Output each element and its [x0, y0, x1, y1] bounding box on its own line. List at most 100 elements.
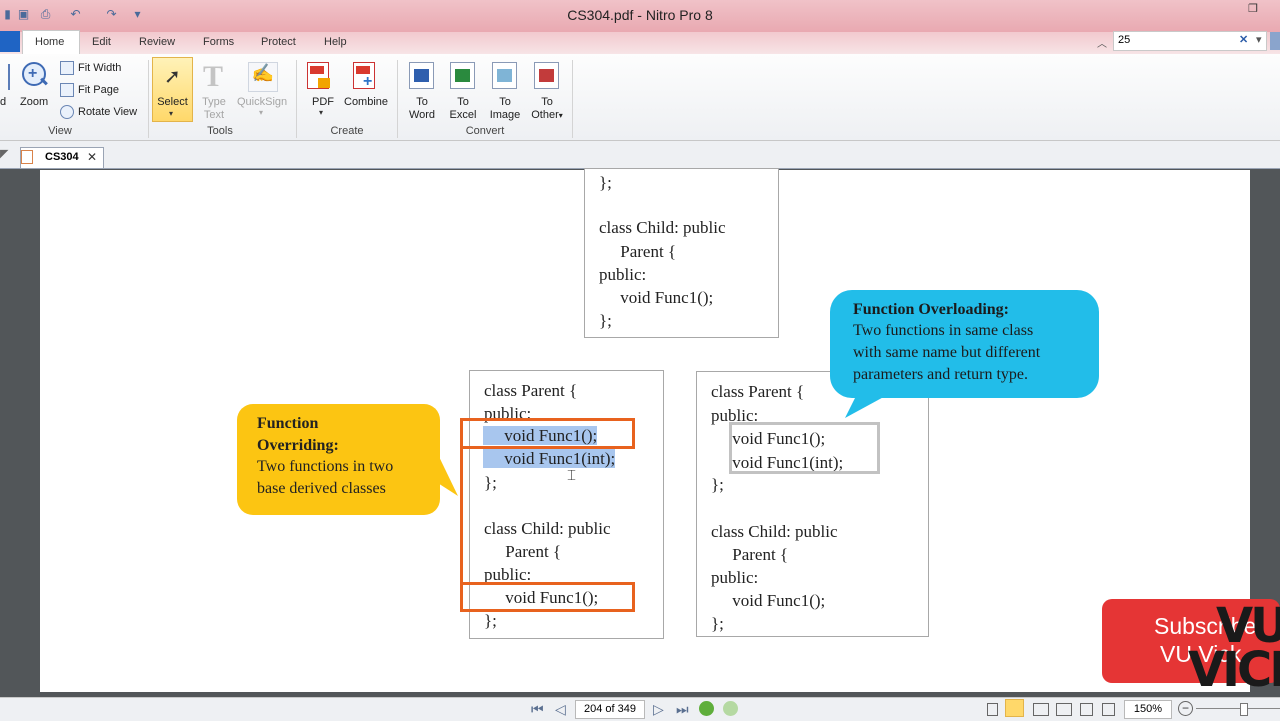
callout-pointer	[845, 388, 900, 418]
tab-home-label[interactable]: Home	[35, 36, 64, 48]
to-word-label-1: To	[416, 96, 428, 108]
code-line: class Child: public	[484, 519, 611, 538]
callout-title: Overriding:	[257, 437, 339, 454]
collapse-ribbon-icon[interactable]: ︿	[1097, 35, 1107, 50]
selected-text[interactable]: void Func1(int);	[483, 449, 616, 468]
code-line: };	[484, 611, 497, 630]
forward-view-icon[interactable]	[723, 701, 738, 716]
quicksign-icon[interactable]: ✍	[248, 62, 278, 92]
code-line: };	[484, 473, 497, 492]
find-input[interactable]: 25 ✕ ▾	[1113, 31, 1267, 51]
overload-highlight-box	[729, 422, 880, 474]
restore-icon[interactable]: ❐	[1248, 2, 1262, 15]
pdf-button[interactable]: PDF	[312, 96, 334, 108]
dropdown-arrow-icon: ▾	[558, 111, 563, 120]
view-group-label: View	[48, 125, 72, 137]
to-excel-button[interactable]: To Excel	[447, 96, 479, 122]
zoom-slider-thumb[interactable]	[1240, 703, 1248, 716]
rotate-view-button[interactable]: Rotate View	[60, 103, 137, 121]
find-input-value: 25	[1118, 34, 1131, 46]
to-excel-label-2: Excel	[449, 109, 477, 121]
fit-width-status-icon[interactable]	[1102, 703, 1115, 716]
group-separator	[572, 60, 573, 138]
document-tab[interactable]: CS304 ✕	[20, 147, 104, 168]
continuous-page-icon[interactable]	[1005, 699, 1024, 717]
fit-page-status-icon[interactable]	[1080, 703, 1093, 716]
previous-page-icon[interactable]: ◁	[555, 701, 566, 718]
close-tab-icon[interactable]: ✕	[87, 150, 97, 164]
type-text-icon[interactable]: T	[203, 60, 223, 94]
word-doc-icon[interactable]	[409, 62, 434, 89]
clear-search-icon[interactable]: ✕	[1239, 33, 1248, 46]
fit-page-label: Fit Page	[78, 84, 119, 96]
back-view-icon[interactable]	[699, 701, 714, 716]
tab-help[interactable]: Help	[324, 36, 347, 48]
first-page-icon[interactable]: ⏮	[531, 701, 544, 718]
to-image-label-2: Image	[489, 109, 521, 121]
image-doc-icon[interactable]	[492, 62, 517, 89]
type-text-label-1: Type	[202, 96, 226, 108]
next-page-icon[interactable]: ▷	[653, 701, 664, 718]
callout-text: with same name but different	[853, 344, 1041, 361]
to-image-label-1: To	[499, 96, 511, 108]
to-word-button[interactable]: To Word	[406, 96, 438, 122]
code-line: class Child: public	[711, 522, 838, 541]
code-line: class Parent {	[484, 381, 578, 400]
zoom-slider-track[interactable]	[1196, 708, 1280, 709]
dropdown-arrow-icon: ▾	[319, 108, 324, 117]
tab-forms[interactable]: Forms	[203, 36, 234, 48]
code-line: Parent {	[711, 545, 789, 564]
callout-text: Two functions in same class	[853, 322, 1034, 339]
zoom-level-input[interactable]: 150%	[1124, 700, 1172, 719]
code-line: };	[599, 173, 612, 192]
fit-page-button[interactable]: Fit Page	[60, 81, 119, 99]
tab-edit[interactable]: Edit	[92, 36, 111, 48]
to-image-button[interactable]: To Image	[487, 96, 523, 122]
facing-pages-icon[interactable]	[1033, 703, 1049, 716]
type-text-button[interactable]: Type Text	[196, 96, 232, 122]
override-highlight-box	[460, 418, 635, 449]
group-separator	[397, 60, 398, 138]
excel-doc-icon[interactable]	[450, 62, 475, 89]
code-line: };	[711, 614, 724, 633]
other-doc-icon[interactable]	[534, 62, 559, 89]
title-bar: ▮ ▣ ⎙ ↶ ↷ ▾ CS304.pdf - Nitro Pro 8 ❐	[0, 0, 1280, 32]
single-page-icon[interactable]	[987, 703, 998, 716]
combine-button[interactable]: Combine	[344, 96, 388, 108]
tab-review[interactable]: Review	[139, 36, 175, 48]
rotate-icon	[60, 105, 74, 120]
document-tab-bar	[0, 141, 1280, 169]
fit-width-button[interactable]: Fit Width	[60, 59, 121, 77]
code-line: Parent {	[599, 242, 677, 261]
page-number-input[interactable]: 204 of 349	[575, 700, 645, 719]
to-other-button[interactable]: To Other▾	[527, 96, 567, 122]
combine-icon[interactable]: +	[353, 62, 375, 90]
zoom-icon[interactable]: +	[19, 60, 49, 90]
search-arrow-icon[interactable]	[1270, 32, 1280, 50]
fit-width-icon	[60, 61, 74, 76]
code-line: Parent {	[484, 542, 562, 561]
callout-pointer	[430, 438, 458, 496]
cut-off-button-label[interactable]: d	[0, 96, 6, 108]
code-box-top: }; class Child: public Parent { public: …	[584, 168, 779, 338]
continuous-facing-icon[interactable]	[1056, 703, 1072, 716]
callout-text: base derived classes	[257, 480, 386, 497]
search-options-icon[interactable]: ▾	[1256, 33, 1262, 46]
quicksign-button[interactable]: QuickSign	[237, 96, 287, 108]
highlighted-line-2: void Func1(int);	[483, 447, 616, 470]
code-line: public:	[599, 265, 647, 284]
zoom-button[interactable]: Zoom	[20, 96, 48, 108]
create-group-label: Create	[330, 125, 364, 137]
tab-scroll-icon[interactable]: ◤	[0, 147, 12, 161]
zoom-out-icon[interactable]: −	[1178, 701, 1193, 716]
tab-protect[interactable]: Protect	[261, 36, 296, 48]
pdf-file-icon	[21, 150, 33, 164]
pdf-create-icon[interactable]	[307, 62, 330, 89]
cut-off-tool-icon[interactable]	[0, 64, 10, 90]
to-excel-label-1: To	[457, 96, 469, 108]
callout-text: parameters and return type.	[853, 366, 1029, 383]
last-page-icon[interactable]: ⏭	[676, 701, 689, 718]
file-menu-button[interactable]	[0, 31, 20, 52]
select-button[interactable]: ➚ Select ▾	[152, 57, 193, 122]
callout-text: Two functions in two	[257, 458, 394, 475]
